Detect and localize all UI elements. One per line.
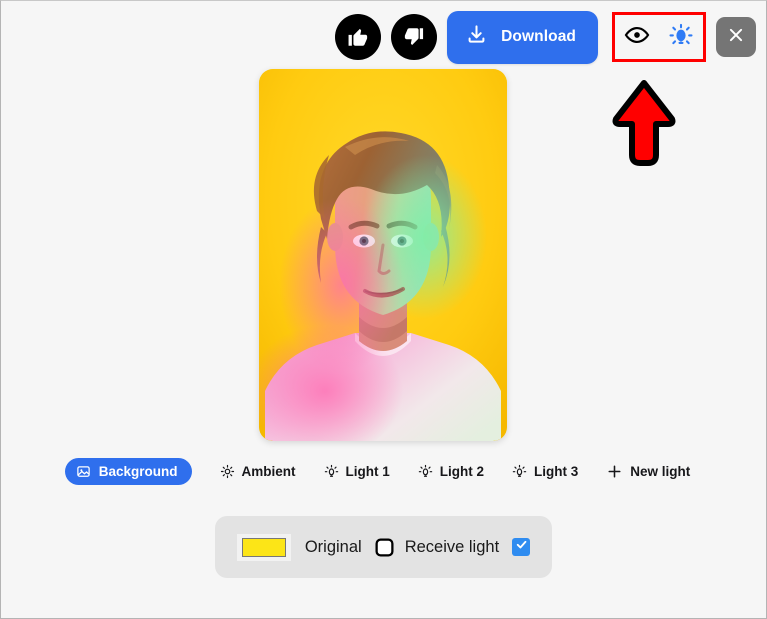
receive-light-label: Receive light [404,537,500,556]
light-bulb-icon [512,464,527,479]
tab-light-3-label: Light 3 [534,463,579,479]
image-preview-card[interactable] [259,69,507,441]
relight-editor-window: Download Background Ambient Light 1 Ligh… [0,0,767,619]
close-icon [725,24,747,51]
light-bulb-icon [418,464,433,479]
receive-light-checkbox[interactable] [512,538,531,556]
close-button[interactable] [716,17,756,57]
tab-light-2[interactable]: Light 2 [418,458,484,485]
light-tabs-row: Background Ambient Light 1 Light 2 Light… [1,456,766,486]
download-label: Download [501,28,576,45]
light-bulb-icon [324,464,339,479]
color-mode-label: Original [304,537,362,556]
tab-light-3[interactable]: Light 3 [512,458,578,485]
tab-new-light[interactable]: New light [606,458,690,485]
tab-light-1-label: Light 1 [345,463,390,479]
tab-background-label: Background [98,463,178,479]
eye-icon [624,22,650,53]
tab-light-2-label: Light 2 [439,463,484,479]
download-icon [465,23,488,51]
thumbs-down-button[interactable] [391,14,438,60]
sun-icon [220,464,235,479]
light-bulb-icon [668,22,694,53]
preview-toggle-button[interactable] [620,20,654,54]
view-controls-highlight-box [612,12,706,62]
thumbs-up-icon [347,26,369,48]
color-swatch [241,537,286,557]
square-icon [374,537,395,558]
top-toolbar: Download [1,9,766,65]
background-properties-panel: Original Receive light [215,516,552,578]
annotation-arrow-up [612,79,676,167]
relit-portrait-image [259,69,507,441]
background-color-picker[interactable] [236,533,291,561]
tab-light-1[interactable]: Light 1 [324,458,390,485]
image-icon [76,464,91,479]
thumbs-down-icon [403,26,425,48]
download-button[interactable]: Download [447,10,598,64]
tab-ambient[interactable]: Ambient [220,458,296,485]
thumbs-up-button[interactable] [335,14,382,60]
checkmark-icon [515,538,528,556]
light-toggle-button[interactable] [664,20,698,54]
tab-ambient-label: Ambient [241,463,296,479]
tab-background[interactable]: Background [64,457,192,485]
plus-icon [606,463,623,480]
tab-new-light-label: New light [630,463,691,479]
